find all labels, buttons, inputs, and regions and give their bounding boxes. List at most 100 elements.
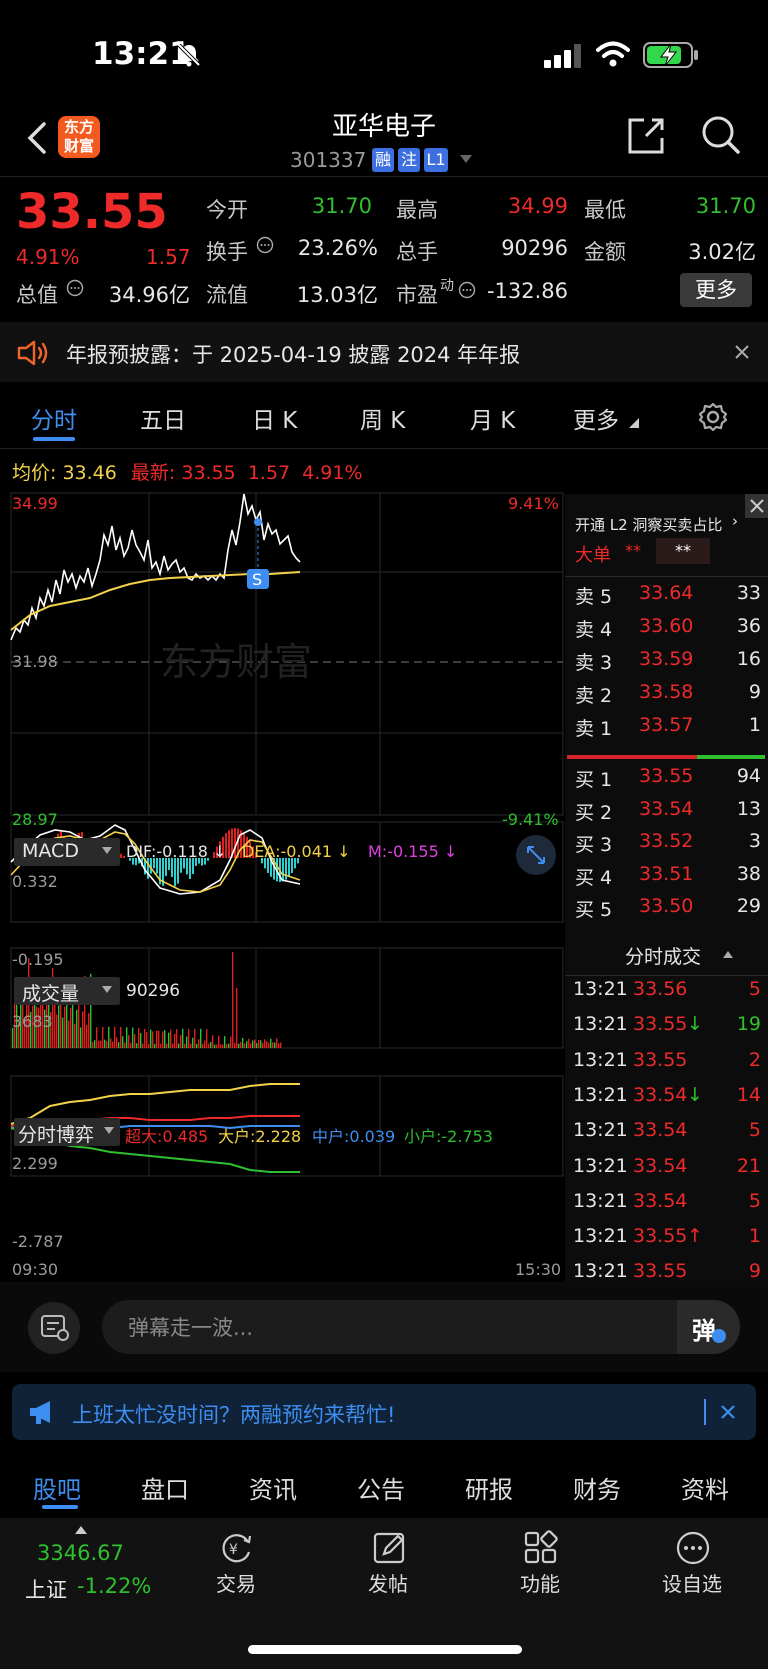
- promo-text[interactable]: 上班太忙没时间？两融预约来帮忙!: [72, 1399, 395, 1429]
- volume-bar: [170, 1029, 172, 1048]
- battery-charging-icon: [643, 42, 698, 68]
- wifi-icon: [596, 41, 630, 67]
- row-volume: 21: [736, 1154, 761, 1177]
- index-name[interactable]: 上证: [25, 1574, 67, 1604]
- macd-bar: [123, 855, 125, 858]
- index-pct[interactable]: -1.22%: [77, 1574, 151, 1598]
- volume-bar: [180, 1035, 182, 1048]
- bottom-tab-pankou[interactable]: 盘口: [141, 1470, 189, 1505]
- volume-bar: [12, 1028, 14, 1048]
- tag-margin[interactable]: 融: [372, 148, 394, 172]
- volume-bar: [280, 1042, 282, 1048]
- time-end: 15:30: [515, 1260, 562, 1279]
- nav-trade[interactable]: 交易: [186, 1568, 286, 1597]
- volume-bar: [104, 1039, 106, 1048]
- close-icon[interactable]: [745, 494, 768, 518]
- volume-bar: [100, 1040, 102, 1048]
- settings-gear-icon[interactable]: [697, 401, 729, 433]
- bottom-tab-news[interactable]: 资讯: [249, 1470, 297, 1505]
- share-icon[interactable]: [626, 114, 668, 156]
- close-icon[interactable]: [720, 1404, 736, 1420]
- macd-top-label: 0.332: [12, 872, 58, 891]
- ticks-title[interactable]: 分时成交: [625, 942, 701, 969]
- add-watchlist-icon[interactable]: [675, 1530, 711, 1566]
- row-volume: 3: [748, 830, 761, 852]
- volume-bar: [190, 1043, 192, 1048]
- tag-l1[interactable]: L1: [424, 148, 448, 172]
- tab-weekly-k[interactable]: 周 K: [360, 401, 405, 435]
- volume-bar: [148, 1043, 150, 1048]
- caret-up-icon[interactable]: [723, 951, 733, 958]
- tab-five-day[interactable]: 五日: [140, 401, 186, 435]
- row-price: 33.54: [633, 1154, 688, 1177]
- volume-bar: [238, 1043, 240, 1048]
- row-price: 33.54: [633, 1083, 688, 1106]
- tab-daily-k[interactable]: 日 K: [252, 401, 297, 435]
- info-icon[interactable]: [458, 281, 476, 299]
- volume-bar: [232, 952, 234, 1048]
- volume-bar: [124, 1042, 126, 1048]
- volume-bar: [86, 1024, 88, 1048]
- game-bottom-label: -2.787: [12, 1232, 64, 1251]
- search-icon[interactable]: [700, 114, 742, 156]
- close-icon[interactable]: [734, 344, 750, 360]
- tab-intraday[interactable]: 分时: [31, 401, 77, 435]
- row-price: 33.54: [639, 797, 694, 820]
- row-price: 33.52: [639, 830, 694, 852]
- bottom-tab-research[interactable]: 研报: [465, 1470, 513, 1505]
- volume-label: 成交量: [22, 983, 80, 1005]
- volume-bar: [278, 1043, 280, 1048]
- speaker-icon: [17, 340, 48, 366]
- volume-bar: [212, 1035, 214, 1048]
- bottom-tab-finance[interactable]: 财务: [573, 1470, 621, 1505]
- info-icon[interactable]: [66, 279, 84, 297]
- volume-bar: [112, 1041, 114, 1048]
- danmu-send-label: 弹: [692, 1317, 716, 1345]
- volume-bar: [210, 1041, 212, 1048]
- row-volume: 5: [748, 978, 761, 1000]
- post-icon[interactable]: [372, 1530, 408, 1566]
- functions-icon[interactable]: [523, 1530, 559, 1566]
- l2-promo[interactable]: 开通 L2 洞察买卖占比: [575, 514, 722, 535]
- volume-value: 90296: [501, 236, 568, 260]
- volume-bar: [152, 1031, 154, 1048]
- more-button[interactable]: 更多: [680, 273, 752, 307]
- bottom-tab-guba[interactable]: 股吧: [33, 1470, 81, 1505]
- caret-down-icon[interactable]: [460, 155, 472, 163]
- bottom-tab-announcement[interactable]: 公告: [357, 1470, 405, 1505]
- tab-more[interactable]: 更多: [573, 401, 619, 435]
- row-volume: 13: [736, 797, 761, 820]
- chevron-right-icon[interactable]: ›: [732, 512, 738, 530]
- dropdown-icon: [102, 986, 112, 993]
- notice-text[interactable]: 年报预披露：于 2025-04-19 披露 2024 年年报: [66, 339, 520, 369]
- small-player: 小户:-2.753: [404, 1127, 493, 1146]
- volume-bar: [142, 1043, 144, 1048]
- volume-bar: [88, 1013, 90, 1048]
- volume-bar: [110, 1038, 112, 1048]
- danmu-settings-icon: [41, 1315, 69, 1341]
- row-volume: 33: [736, 582, 761, 604]
- macd-bar: [174, 858, 176, 887]
- row-volume: 19: [736, 1013, 761, 1036]
- volume-bar: [130, 1042, 132, 1048]
- nav-functions[interactable]: 功能: [490, 1568, 590, 1597]
- trade-icon[interactable]: ¥: [218, 1530, 254, 1566]
- volume-bar: [248, 1038, 250, 1048]
- volume-bar: [146, 1032, 148, 1048]
- info-icon[interactable]: [256, 236, 274, 254]
- nav-watchlist[interactable]: 设自选: [642, 1568, 742, 1597]
- turnover-label: 换手: [206, 240, 248, 264]
- volume-value: 90296: [126, 981, 181, 1001]
- bottom-tab-profile[interactable]: 资料: [681, 1470, 729, 1505]
- home-indicator[interactable]: [248, 1645, 522, 1654]
- intraday-chart[interactable]: 东方财富 S: [0, 490, 565, 1280]
- volume-bar: [134, 1034, 136, 1048]
- tag-registration[interactable]: 注: [398, 148, 420, 172]
- tab-monthly-k[interactable]: 月 K: [470, 401, 515, 435]
- row-label: 13:21: [573, 1048, 628, 1071]
- time-start: 09:30: [12, 1260, 59, 1279]
- index-value[interactable]: 3346.67: [37, 1541, 124, 1565]
- caret-up-icon[interactable]: [75, 1526, 87, 1534]
- volume-bar: [82, 1011, 84, 1048]
- nav-post[interactable]: 发帖: [338, 1568, 438, 1597]
